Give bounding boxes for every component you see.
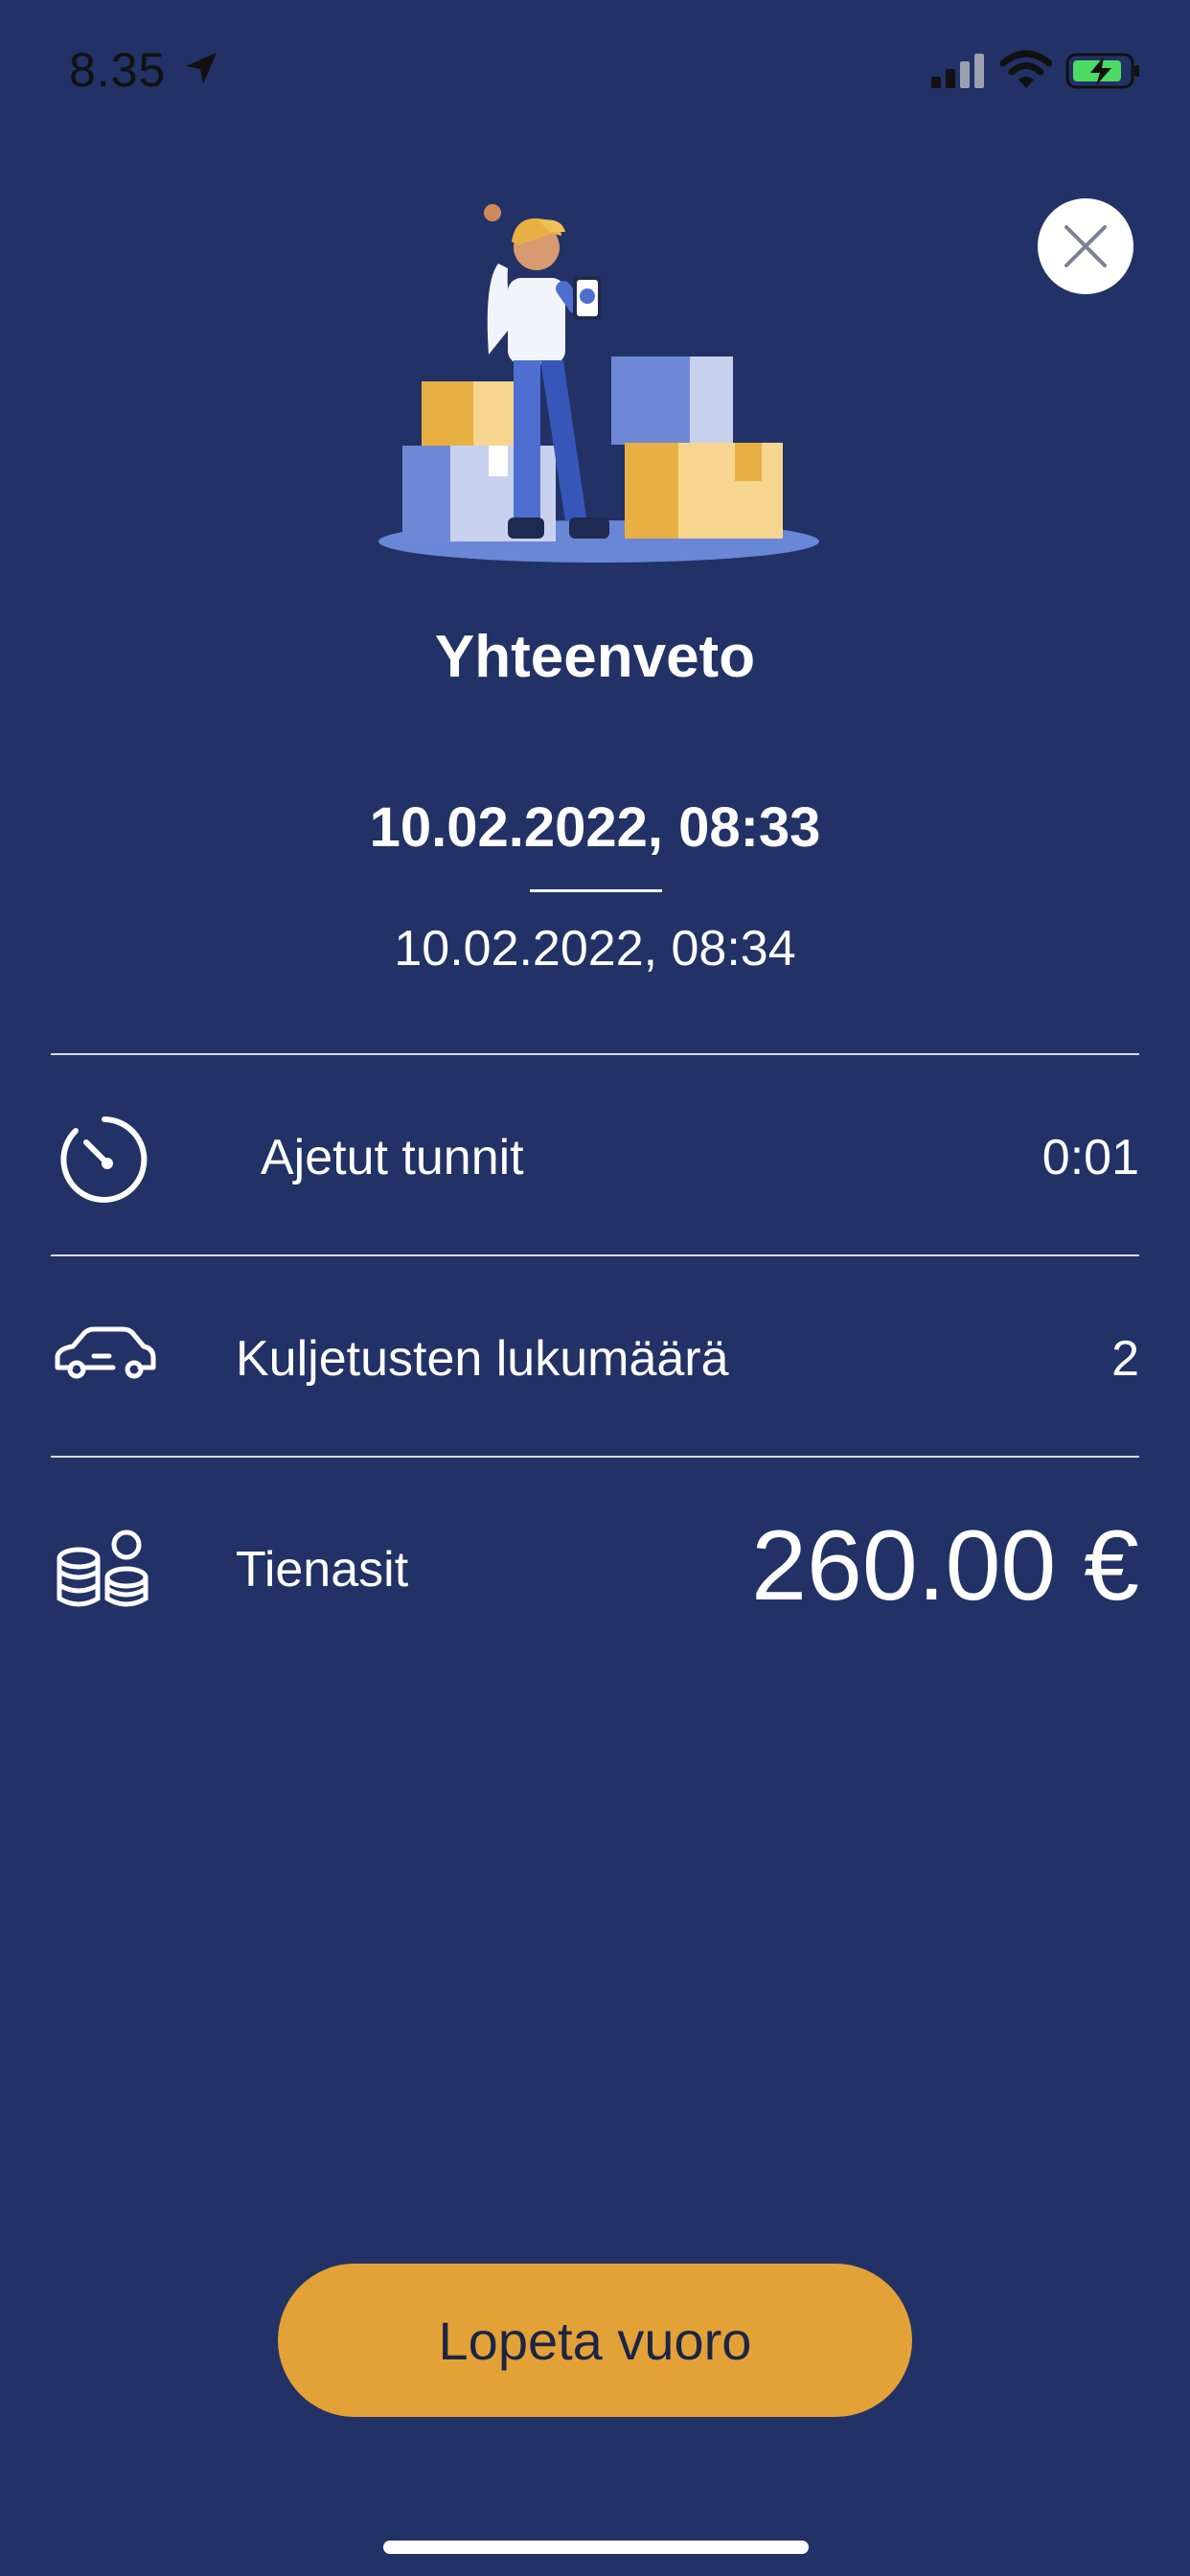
- signal-icon: [931, 54, 984, 88]
- shift-end-time: 10.02.2022, 08:34: [394, 921, 796, 977]
- hours-driven-label: Ajetut tunnit: [261, 1130, 524, 1185]
- divider: [51, 1254, 1139, 1256]
- time-separator: [530, 889, 662, 892]
- close-button[interactable]: [1038, 198, 1133, 294]
- hours-driven-value: 0:01: [1041, 1130, 1139, 1185]
- end-shift-label: Lopeta vuoro: [438, 2310, 752, 2371]
- home-indicator[interactable]: [383, 2541, 809, 2554]
- status-time: 8.35: [69, 43, 167, 97]
- earnings-value: 260.00 €: [751, 1510, 1139, 1622]
- worker-with-boxes-illustration: [378, 204, 819, 563]
- page-title: Yhteenveto: [434, 624, 756, 690]
- coins-icon: [57, 1530, 149, 1607]
- close-icon: [1064, 225, 1107, 267]
- battery-charging-icon: [1065, 53, 1139, 89]
- divider: [51, 1456, 1139, 1458]
- car-icon: [55, 1326, 156, 1379]
- divider: [51, 1053, 1139, 1055]
- deliveries-count-label: Kuljetusten lukumäärä: [236, 1331, 729, 1387]
- end-shift-button[interactable]: Lopeta vuoro: [278, 2264, 912, 2417]
- wifi-icon: [1000, 50, 1052, 88]
- earnings-label: Tienasit: [236, 1542, 409, 1598]
- shift-start-time: 10.02.2022, 08:33: [369, 796, 821, 859]
- location-arrow-icon: [186, 53, 217, 84]
- deliveries-count-value: 2: [1111, 1331, 1139, 1387]
- stopwatch-icon: [60, 1116, 148, 1203]
